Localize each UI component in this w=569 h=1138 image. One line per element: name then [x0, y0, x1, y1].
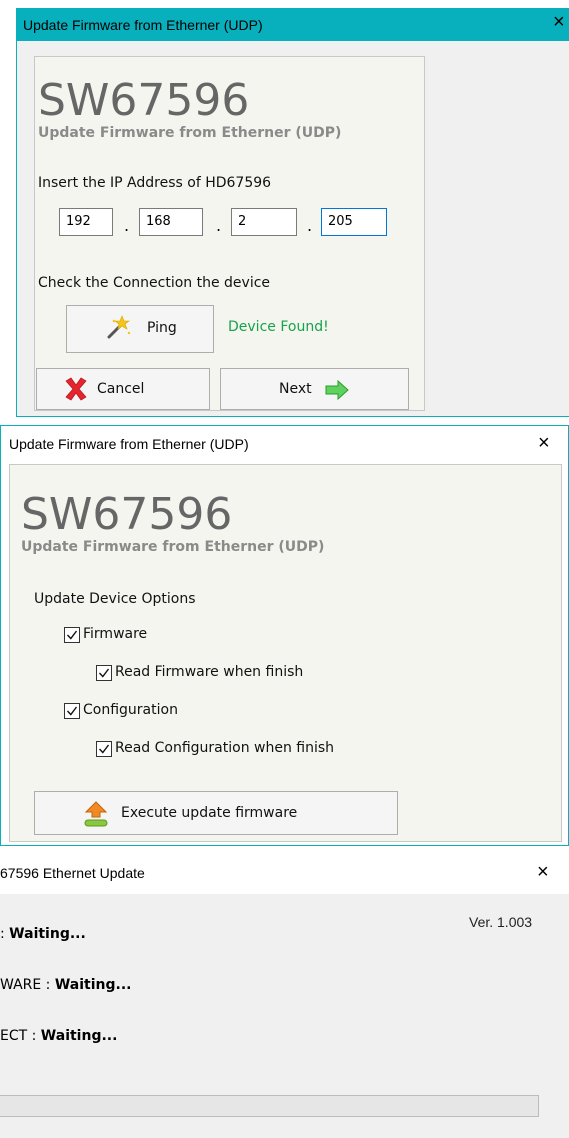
- ip-octet-4-input[interactable]: 205: [321, 208, 387, 236]
- status-line-value: Waiting...: [9, 926, 86, 942]
- title-bar[interactable]: Update Firmware from Etherner (UDP) ×: [17, 9, 569, 41]
- ip-octet-3-input[interactable]: 2: [231, 208, 297, 236]
- status-line-value: Waiting...: [40, 1028, 118, 1044]
- ip-prompt-label: Insert the IP Address of HD67596: [38, 175, 272, 191]
- status-line-1: : Waiting...: [0, 926, 86, 942]
- configuration-checkbox[interactable]: [64, 703, 80, 719]
- green-arrow-icon: [325, 379, 349, 404]
- firmware-checkbox[interactable]: [64, 627, 80, 643]
- execute-update-label: Execute update firmware: [121, 805, 298, 821]
- execute-update-button[interactable]: Execute update firmware: [34, 791, 398, 835]
- next-button-label: Next: [279, 381, 312, 397]
- product-title: SW67596: [38, 75, 250, 126]
- ip-dot: .: [307, 216, 313, 235]
- ip-dot: .: [124, 216, 130, 235]
- status-line-prefix: :: [0, 926, 10, 942]
- product-title: SW67596: [21, 489, 233, 540]
- status-line-firmware: WARE : Waiting...: [0, 977, 131, 993]
- title-bar[interactable]: 67596 Ethernet Update ×: [0, 852, 569, 894]
- ping-status: Device Found!: [228, 319, 329, 335]
- progress-bar: [0, 1095, 539, 1117]
- window-body: Ver. 1.003 : Waiting... WARE : Waiting..…: [0, 894, 569, 1138]
- close-icon[interactable]: ×: [553, 12, 565, 32]
- read-configuration-option-label: Read Configuration when finish: [115, 740, 335, 756]
- window-title: 67596 Ethernet Update: [0, 865, 145, 881]
- ping-button-label: Ping: [147, 320, 177, 336]
- ip-dot: .: [216, 216, 222, 235]
- status-line-prefix: ECT :: [0, 1028, 41, 1044]
- dialog-body: SW67596 Update Firmware from Etherner (U…: [1, 462, 568, 845]
- content-panel: SW67596 Update Firmware from Etherner (U…: [9, 464, 562, 842]
- ip-octet-2-input[interactable]: 168: [139, 208, 203, 236]
- status-line-prefix: WARE :: [0, 977, 55, 993]
- firmware-option-label: Firmware: [83, 626, 148, 642]
- configuration-option-label: Configuration: [83, 702, 178, 718]
- window-title: Update Firmware from Etherner (UDP): [23, 17, 263, 33]
- window-title: Update Firmware from Etherner (UDP): [9, 436, 249, 452]
- ping-button[interactable]: Ping: [66, 305, 214, 353]
- update-firmware-dialog-ip: Update Firmware from Etherner (UDP) × SW…: [16, 8, 569, 417]
- read-configuration-checkbox[interactable]: [96, 741, 112, 757]
- ip-octet-1-input[interactable]: 192: [59, 208, 113, 236]
- status-line-connect: ECT : Waiting...: [0, 1028, 117, 1044]
- close-icon[interactable]: ×: [537, 862, 549, 882]
- read-firmware-checkbox[interactable]: [96, 665, 112, 681]
- dialog-body: SW67596 Update Firmware from Etherner (U…: [17, 41, 569, 416]
- cancel-button-label: Cancel: [97, 381, 145, 397]
- close-icon[interactable]: ×: [538, 433, 550, 453]
- ethernet-update-window: 67596 Ethernet Update × Ver. 1.003 : Wai…: [0, 852, 569, 1138]
- red-x-icon: [63, 377, 89, 405]
- product-subtitle: Update Firmware from Etherner (UDP): [21, 539, 325, 555]
- cancel-button[interactable]: Cancel: [36, 368, 210, 410]
- check-connection-label: Check the Connection the device: [38, 275, 271, 291]
- product-subtitle: Update Firmware from Etherner (UDP): [38, 125, 342, 141]
- version-label: Ver. 1.003: [469, 914, 533, 930]
- read-firmware-option-label: Read Firmware when finish: [115, 664, 304, 680]
- status-line-value: Waiting...: [54, 977, 132, 993]
- update-options-label: Update Device Options: [34, 591, 196, 607]
- next-button[interactable]: Next: [220, 368, 409, 410]
- content-panel: SW67596 Update Firmware from Etherner (U…: [34, 56, 425, 411]
- upload-arrow-icon: [81, 800, 111, 832]
- update-firmware-dialog-options: Update Firmware from Etherner (UDP) × SW…: [0, 425, 569, 846]
- magic-wand-icon: [105, 315, 131, 343]
- title-bar[interactable]: Update Firmware from Etherner (UDP) ×: [1, 426, 568, 462]
